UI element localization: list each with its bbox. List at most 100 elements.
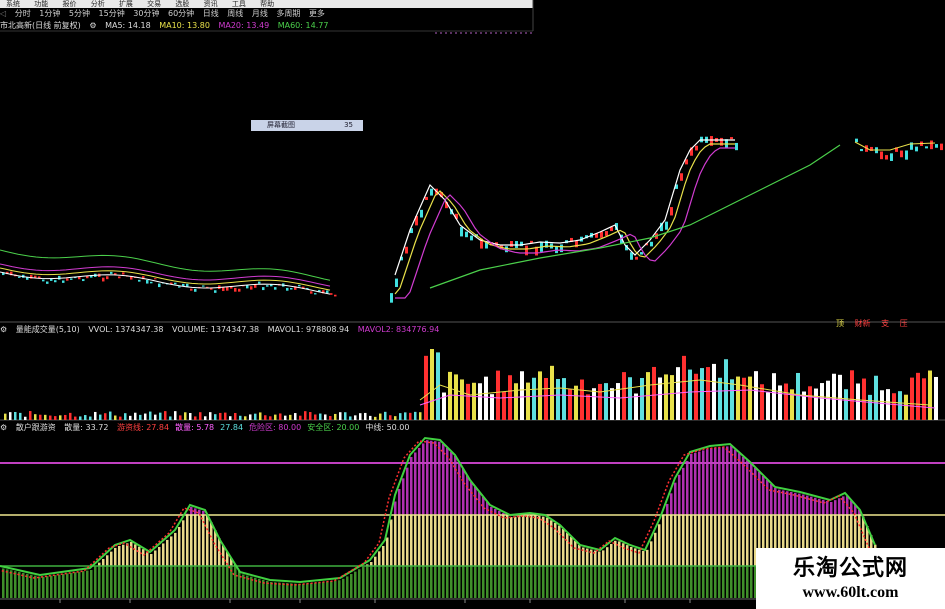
oscillator-bar [534, 515, 537, 566]
volume-bar [299, 415, 302, 420]
candle [58, 275, 61, 280]
volume-bar [934, 376, 938, 420]
oscillator-bar [734, 515, 737, 566]
oscillator-bar [626, 545, 629, 566]
volume-bar [404, 412, 407, 420]
oscillator-bar [726, 515, 729, 566]
volume-bar [124, 413, 127, 420]
oscillator-bar [446, 566, 449, 598]
oscillator-bar [570, 537, 573, 566]
volume-bar [84, 415, 87, 420]
oscillator-bar [834, 500, 837, 515]
settings-icon[interactable]: ⚙ [0, 423, 7, 432]
volume-bar [736, 376, 740, 420]
oscillator-bar [730, 515, 733, 566]
volume-bar [179, 415, 182, 420]
volume-bar [109, 411, 112, 420]
oscillator-bar [430, 566, 433, 598]
oscillator-bar [298, 583, 301, 598]
volume-bar [718, 377, 722, 420]
volume-bar [628, 377, 632, 420]
oscillator-legend-item: 游资线: 27.84 [116, 423, 170, 432]
candle [420, 209, 423, 218]
oscillator-bar [598, 566, 601, 598]
screenshot-popup[interactable]: 屏幕截图 35 [251, 120, 363, 131]
oscillator-bar [730, 446, 733, 515]
volume-bar [169, 416, 172, 420]
oscillator-bar [686, 460, 689, 515]
oscillator-bar [550, 520, 553, 566]
oscillator-bar [154, 550, 157, 566]
oscillator-bar [178, 566, 181, 598]
oscillator-bar [750, 515, 753, 566]
candle [310, 291, 313, 294]
oscillator-bar [190, 566, 193, 598]
candle [600, 231, 603, 238]
oscillator-bar [774, 488, 777, 515]
volume-bar [279, 413, 282, 420]
oscillator-bar [398, 489, 401, 515]
oscillator-bar [602, 550, 605, 566]
popup-value: 35 [344, 121, 353, 129]
candle [18, 276, 21, 278]
volume-bar [484, 376, 488, 420]
volume-bar [712, 363, 716, 420]
volume-bar [904, 394, 908, 420]
oscillator-bar [454, 566, 457, 598]
candle [680, 173, 683, 181]
oscillator-bar [682, 515, 685, 566]
oscillator-bar [510, 517, 513, 566]
oscillator-bar [510, 566, 513, 598]
candle [510, 241, 513, 247]
oscillator-bar [654, 566, 657, 598]
oscillator-bar [394, 515, 397, 566]
oscillator-bar [438, 515, 441, 566]
settings-icon[interactable]: ⚙ [0, 325, 7, 334]
volume-bar [820, 383, 824, 420]
oscillator-bar [462, 566, 465, 598]
oscillator-bar [502, 566, 505, 598]
oscillator-bar [658, 566, 661, 598]
oscillator-title: 散户跟游资 [15, 423, 56, 432]
oscillator-bar [782, 490, 785, 515]
oscillator-bar [710, 448, 713, 515]
candle [222, 287, 225, 292]
oscillator-bar [326, 581, 329, 598]
volume-bar [502, 391, 506, 420]
candle [730, 137, 733, 140]
oscillator-bar [158, 566, 161, 598]
oscillator-bar [674, 482, 677, 515]
volume-bar [874, 375, 878, 420]
candle [266, 285, 269, 287]
oscillator-bar [702, 450, 705, 515]
oscillator-bar [122, 566, 125, 598]
oscillator-bar [798, 493, 801, 515]
volume-indicator-line: ⚙ 量能成交量(5,10) VVOL: 1374347.38 VOLUME: 1… [0, 325, 445, 335]
candle [194, 288, 197, 292]
volume-bar [119, 416, 122, 420]
candle [880, 151, 883, 160]
volume-bar [862, 378, 866, 420]
volume-bar [394, 416, 397, 420]
oscillator-bar [194, 566, 197, 598]
oscillator-bar [10, 570, 13, 598]
oscillator-bar [426, 515, 429, 566]
volume-bar [772, 373, 776, 420]
oscillator-bar [614, 566, 617, 598]
oscillator-bar [62, 573, 65, 598]
candle [146, 279, 149, 284]
oscillator-bar [662, 566, 665, 598]
candle [635, 256, 638, 260]
volume-bar [104, 413, 107, 420]
oscillator-bar [70, 572, 73, 598]
oscillator-bar [218, 566, 221, 598]
candle [405, 246, 408, 254]
candle [855, 138, 858, 143]
volume-bar [664, 374, 668, 420]
volume-bar [496, 370, 500, 420]
oscillator-bar [806, 495, 809, 515]
oscillator-bar [666, 504, 669, 515]
volume-bar [586, 394, 590, 420]
oscillator-bar [134, 566, 137, 598]
volume-bar [79, 416, 82, 420]
